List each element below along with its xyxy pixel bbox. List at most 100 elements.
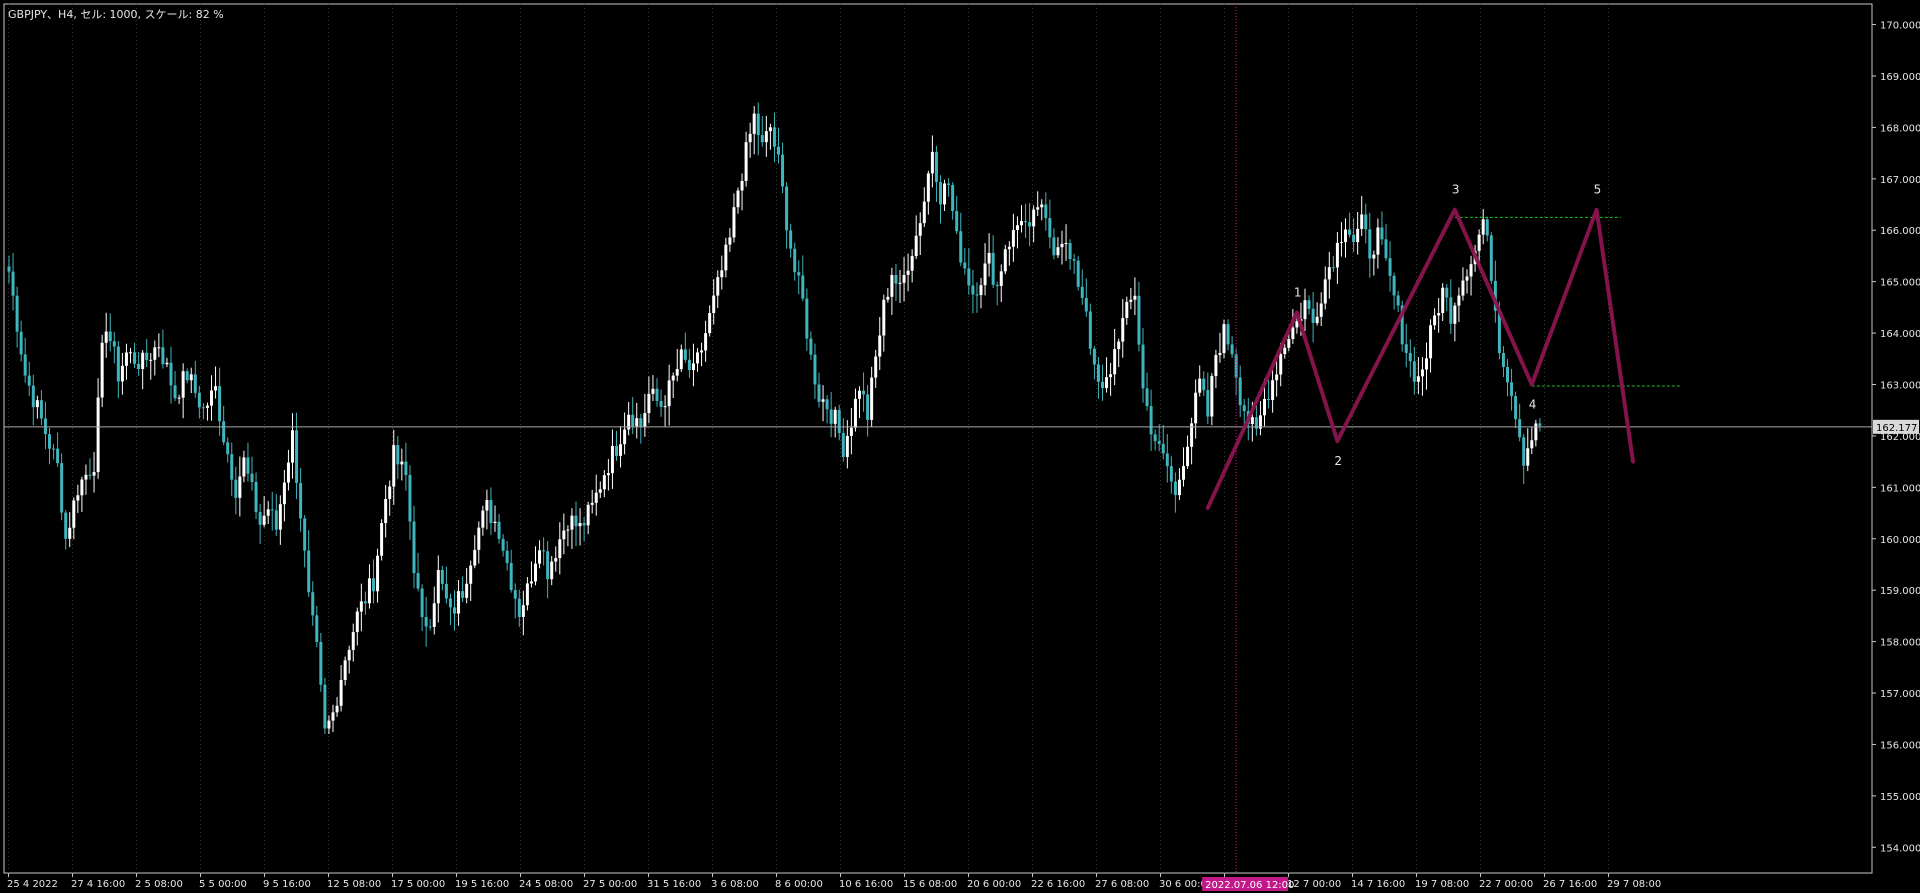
y-tick-label: 165.000 <box>1880 278 1920 289</box>
x-tick-label: 25 4 2022 <box>7 879 58 890</box>
candle-body <box>768 127 772 132</box>
candle-body <box>295 430 299 484</box>
candle-body <box>76 495 80 501</box>
candle-body <box>1161 443 1165 454</box>
candle-body <box>7 266 11 272</box>
candle-body <box>331 712 335 721</box>
candle-body <box>286 462 290 483</box>
candle-body <box>671 375 675 381</box>
overlay-layer: 1 2 3 4 5 <box>4 4 1872 873</box>
candle-body <box>424 617 428 627</box>
candle-body <box>1044 204 1048 219</box>
x-tick-label: 27 6 08:00 <box>1095 879 1149 890</box>
candle-body <box>481 510 485 528</box>
candle-body <box>1457 295 1461 306</box>
candle-body <box>1064 243 1068 245</box>
candle-body <box>910 256 914 271</box>
candle-body <box>1283 347 1287 355</box>
candle-body <box>517 598 521 617</box>
candle-body <box>323 684 327 729</box>
candle-body <box>1015 225 1019 231</box>
candle-body <box>262 515 266 525</box>
candle-body <box>1222 324 1226 353</box>
candle-body <box>1214 355 1218 377</box>
x-tick-label: 10 6 16:00 <box>839 879 893 890</box>
x-tick-label: 24 5 08:00 <box>519 879 573 890</box>
candle-body <box>1234 354 1238 378</box>
candle-body <box>1109 374 1113 378</box>
candle-body <box>1526 448 1530 466</box>
candle-body <box>521 605 525 617</box>
candle-body <box>1032 209 1036 227</box>
candle-body <box>890 274 894 297</box>
candle-body <box>428 626 432 628</box>
y-tick-label: 161.000 <box>1880 483 1920 494</box>
candle-body <box>84 474 88 480</box>
candle-body <box>120 365 124 382</box>
candle-body <box>1360 214 1364 229</box>
candle-body <box>1534 423 1538 441</box>
candle-body <box>837 409 841 434</box>
candle-body <box>1335 242 1339 268</box>
wave-line <box>1205 207 1635 510</box>
candle-body <box>975 294 979 296</box>
candle-body <box>493 521 497 523</box>
candle-body <box>728 237 732 245</box>
candle-body <box>566 529 570 531</box>
candle-body <box>943 183 947 205</box>
x-tick-label: 19 5 16:00 <box>455 879 509 890</box>
candle-body <box>1250 417 1254 425</box>
candle-body <box>1453 305 1457 324</box>
candle-body <box>222 421 226 443</box>
plot-frame <box>3 3 1873 874</box>
candle-body <box>809 338 813 355</box>
candle-body <box>740 180 744 191</box>
wave-label: 5 <box>1594 183 1602 197</box>
candle-body <box>1157 441 1161 444</box>
candle-body <box>1437 313 1441 316</box>
candle-body <box>951 184 955 212</box>
candle-body <box>254 481 258 512</box>
candle-body <box>1412 361 1416 382</box>
candle-body <box>137 363 141 369</box>
candle-body <box>606 473 610 476</box>
candle-body <box>1433 315 1437 326</box>
candle-body <box>299 483 303 519</box>
candle-body <box>934 151 938 183</box>
x-tick-label: 12 7 00:00 <box>1287 879 1341 890</box>
candle-body <box>922 201 926 224</box>
candle-body <box>679 349 683 370</box>
candle-body <box>108 331 112 342</box>
candle-body <box>525 583 529 606</box>
candle-body <box>1007 246 1011 250</box>
candle-body <box>1445 287 1449 298</box>
candle-body <box>546 551 550 580</box>
bid-price-text: 162.177 <box>1876 423 1917 434</box>
y-tick-label: 159.000 <box>1880 586 1920 597</box>
candle-body <box>1356 228 1360 243</box>
candle-body <box>1173 481 1177 496</box>
candle-body <box>574 515 578 527</box>
candle-body <box>1429 325 1433 359</box>
candle-body <box>849 427 853 436</box>
candle-body <box>181 371 185 398</box>
candle-body <box>31 385 35 408</box>
candle-body <box>1129 299 1133 302</box>
candle-body <box>1056 247 1060 256</box>
candle-body <box>1506 367 1509 383</box>
candle-body <box>112 341 116 347</box>
y-tick-label: 158.000 <box>1880 638 1920 649</box>
candle-body <box>1177 479 1181 496</box>
candle-body <box>157 347 161 349</box>
candle-body <box>68 527 72 539</box>
candle-body <box>363 601 367 604</box>
chart-window[interactable]: 1 2 3 4 5 25 4 2022 27 4 16:00 2 5 08:00 5 5 00:… <box>0 0 1920 893</box>
price-chart[interactable]: 1 2 3 4 5 25 4 2022 27 4 16:00 2 5 08:00 5 5 00:… <box>0 0 1920 893</box>
candle-body <box>1380 227 1384 240</box>
candle-body <box>724 244 728 271</box>
candle-body <box>894 274 898 284</box>
candle-body <box>858 390 861 399</box>
candle-body <box>19 331 23 355</box>
candle-body <box>238 476 242 498</box>
candle-body <box>1226 324 1230 345</box>
